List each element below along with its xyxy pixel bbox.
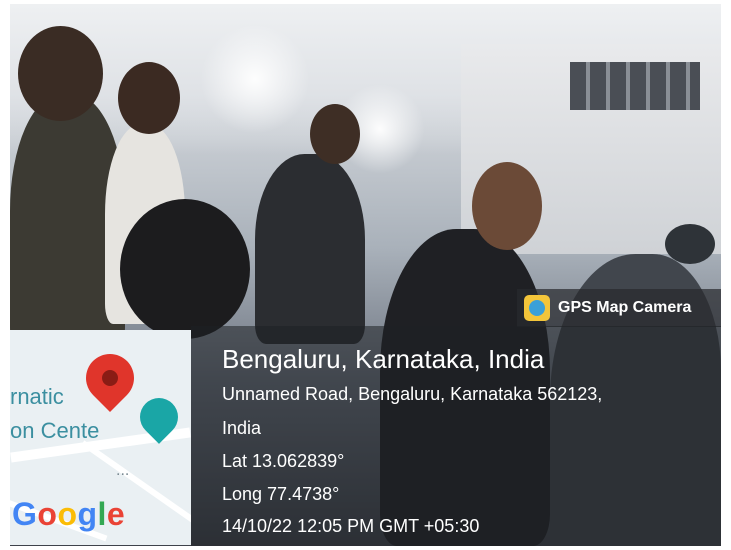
map-ellipsis: ...	[116, 462, 130, 479]
timestamp: 14/10/22 12:05 PM GMT +05:30	[222, 516, 480, 536]
person-head	[118, 62, 180, 134]
person-head	[18, 26, 103, 121]
map-place-label: on Cente	[10, 418, 100, 443]
wall-vent	[570, 62, 700, 110]
app-badge-label: GPS Map Camera	[558, 299, 692, 316]
map-pin-icon	[76, 344, 144, 412]
gps-map-camera-icon	[524, 295, 550, 321]
longitude: Long 77.4738°	[222, 484, 340, 504]
google-logo: Google	[12, 496, 126, 532]
person-head	[472, 162, 542, 250]
person	[120, 199, 250, 339]
ceiling-light	[200, 24, 310, 134]
address-line-2: India	[222, 418, 262, 438]
address-line-1: Unnamed Road, Bengaluru, Karnataka 56212…	[222, 384, 603, 404]
map-place-label: rnatic	[10, 384, 64, 409]
latitude: Lat 13.062839°	[222, 451, 345, 471]
person-head	[665, 224, 715, 264]
person	[255, 154, 365, 344]
person-head	[310, 104, 360, 164]
location-title: Bengaluru, Karnataka, India	[222, 344, 545, 374]
map-thumbnail[interactable]: rnatic on Cente ... Google	[10, 330, 191, 545]
